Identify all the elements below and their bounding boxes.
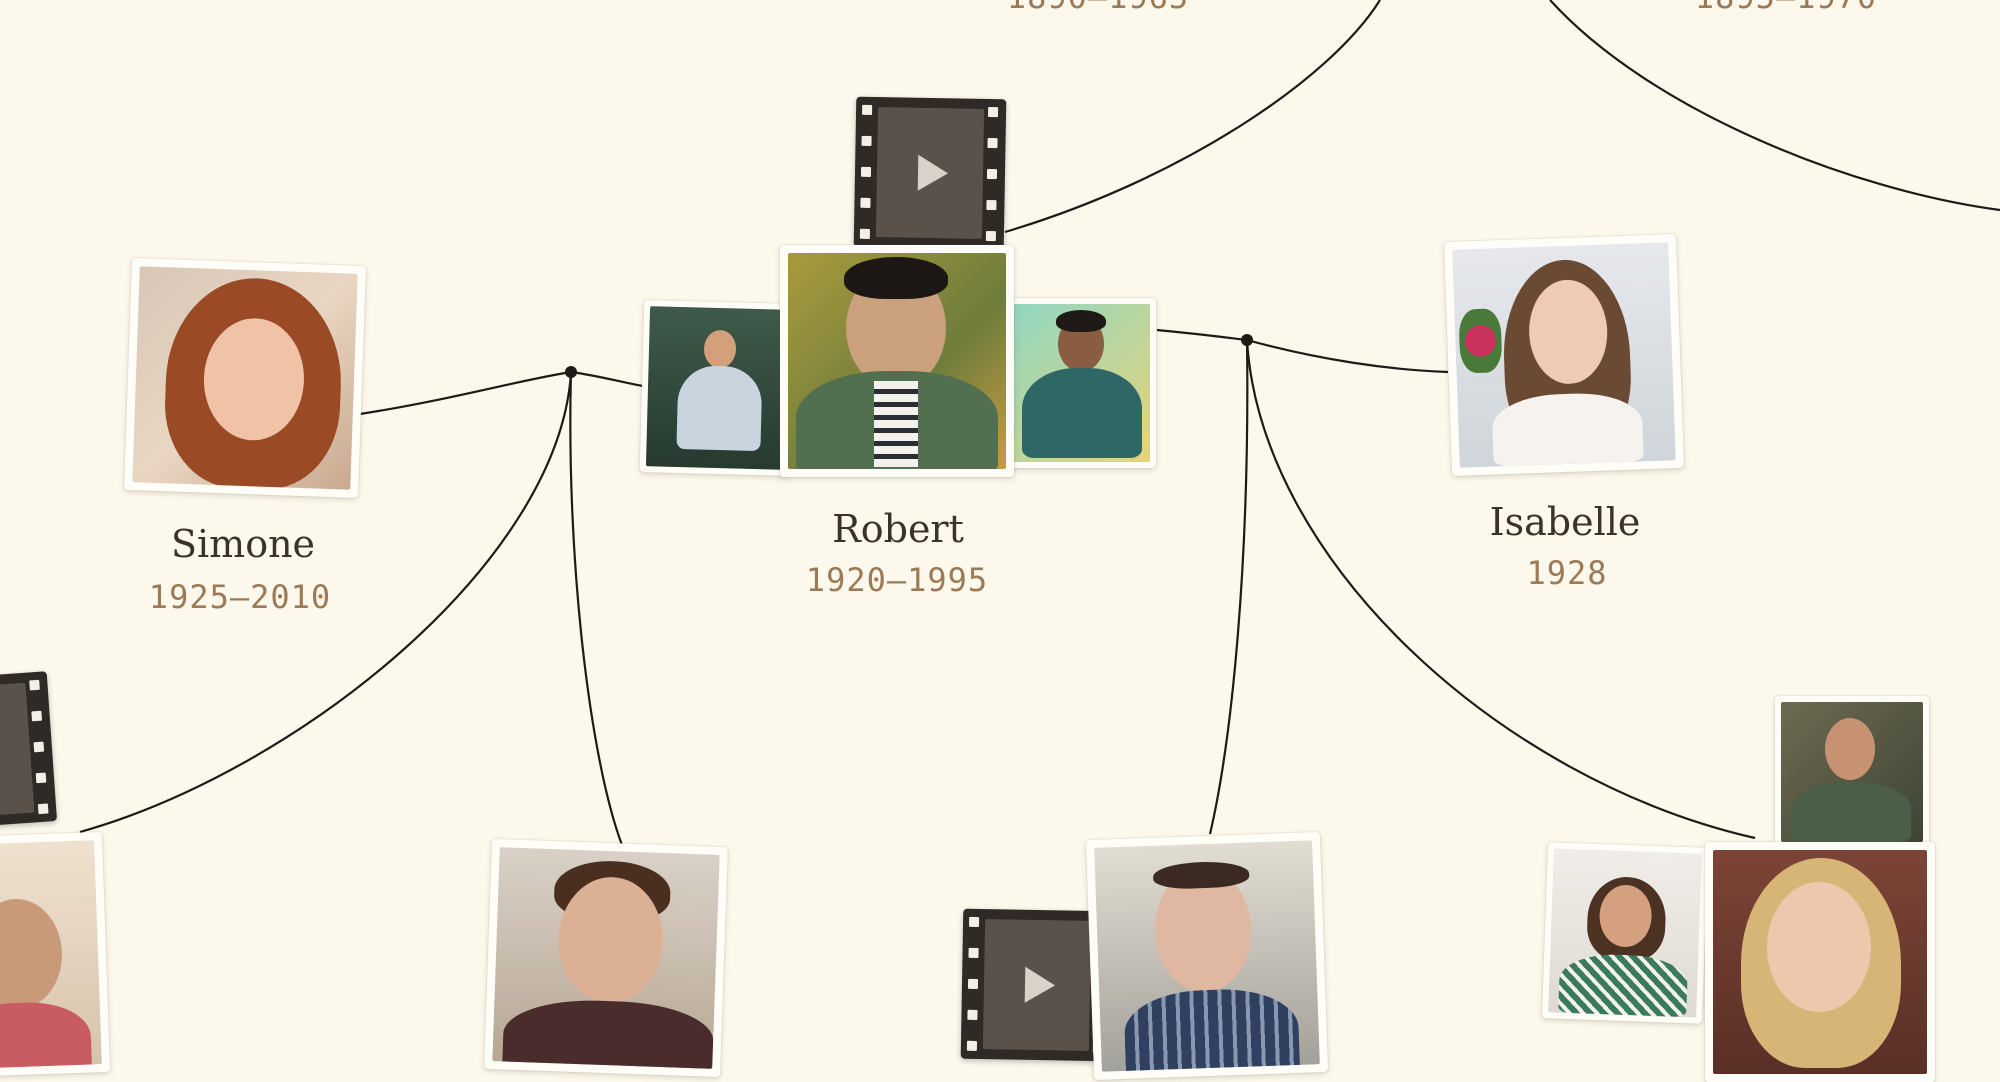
connector-top-right: [1549, 0, 2000, 212]
child-center-left-photo[interactable]: [484, 838, 728, 1078]
isabelle-photo[interactable]: [1443, 234, 1685, 476]
top-left-years: 1890–1965: [948, 0, 1248, 16]
isabelle-years: 1928: [1526, 554, 1608, 592]
robert-photo-secondary-right[interactable]: [1004, 298, 1156, 468]
child-right-photo-secondary-top[interactable]: [1775, 696, 1929, 848]
play-icon: [917, 154, 949, 192]
child-right-photo[interactable]: [1705, 842, 1935, 1082]
isabelle-name: Isabelle: [1489, 500, 1641, 544]
play-icon: [1024, 966, 1056, 1004]
connector-simone-to-node: [359, 370, 572, 416]
child-center-right-photo[interactable]: [1085, 831, 1329, 1081]
connector-node-to-isabelle: [1246, 338, 1449, 374]
connector-robert-to-parents: [1004, 0, 1381, 234]
robert-photo-secondary-left[interactable]: [639, 300, 795, 476]
top-right-years: 1895–1970: [1636, 0, 1936, 16]
video-film-icon: [859, 104, 874, 239]
connector-node-to-child-center-right: [1208, 339, 1249, 835]
connector-node-to-child-center-left: [569, 371, 624, 846]
connector-node-to-robert: [570, 370, 644, 388]
robert-name: Robert: [832, 507, 964, 551]
robert-video-thumbnail[interactable]: [853, 96, 1007, 250]
connector-robert-to-node-right: [1156, 328, 1248, 342]
simone-years: 1925–2010: [148, 578, 332, 616]
robert-years: 1920–1995: [805, 561, 989, 599]
union-node-left: [565, 366, 577, 378]
child-right-photo-secondary-left[interactable]: [1541, 842, 1709, 1024]
union-node-right: [1241, 334, 1253, 346]
simone-name: Simone: [170, 522, 316, 566]
simone-photo[interactable]: [124, 257, 366, 499]
robert-photo[interactable]: [780, 245, 1014, 477]
child-left-photo[interactable]: [0, 831, 111, 1081]
